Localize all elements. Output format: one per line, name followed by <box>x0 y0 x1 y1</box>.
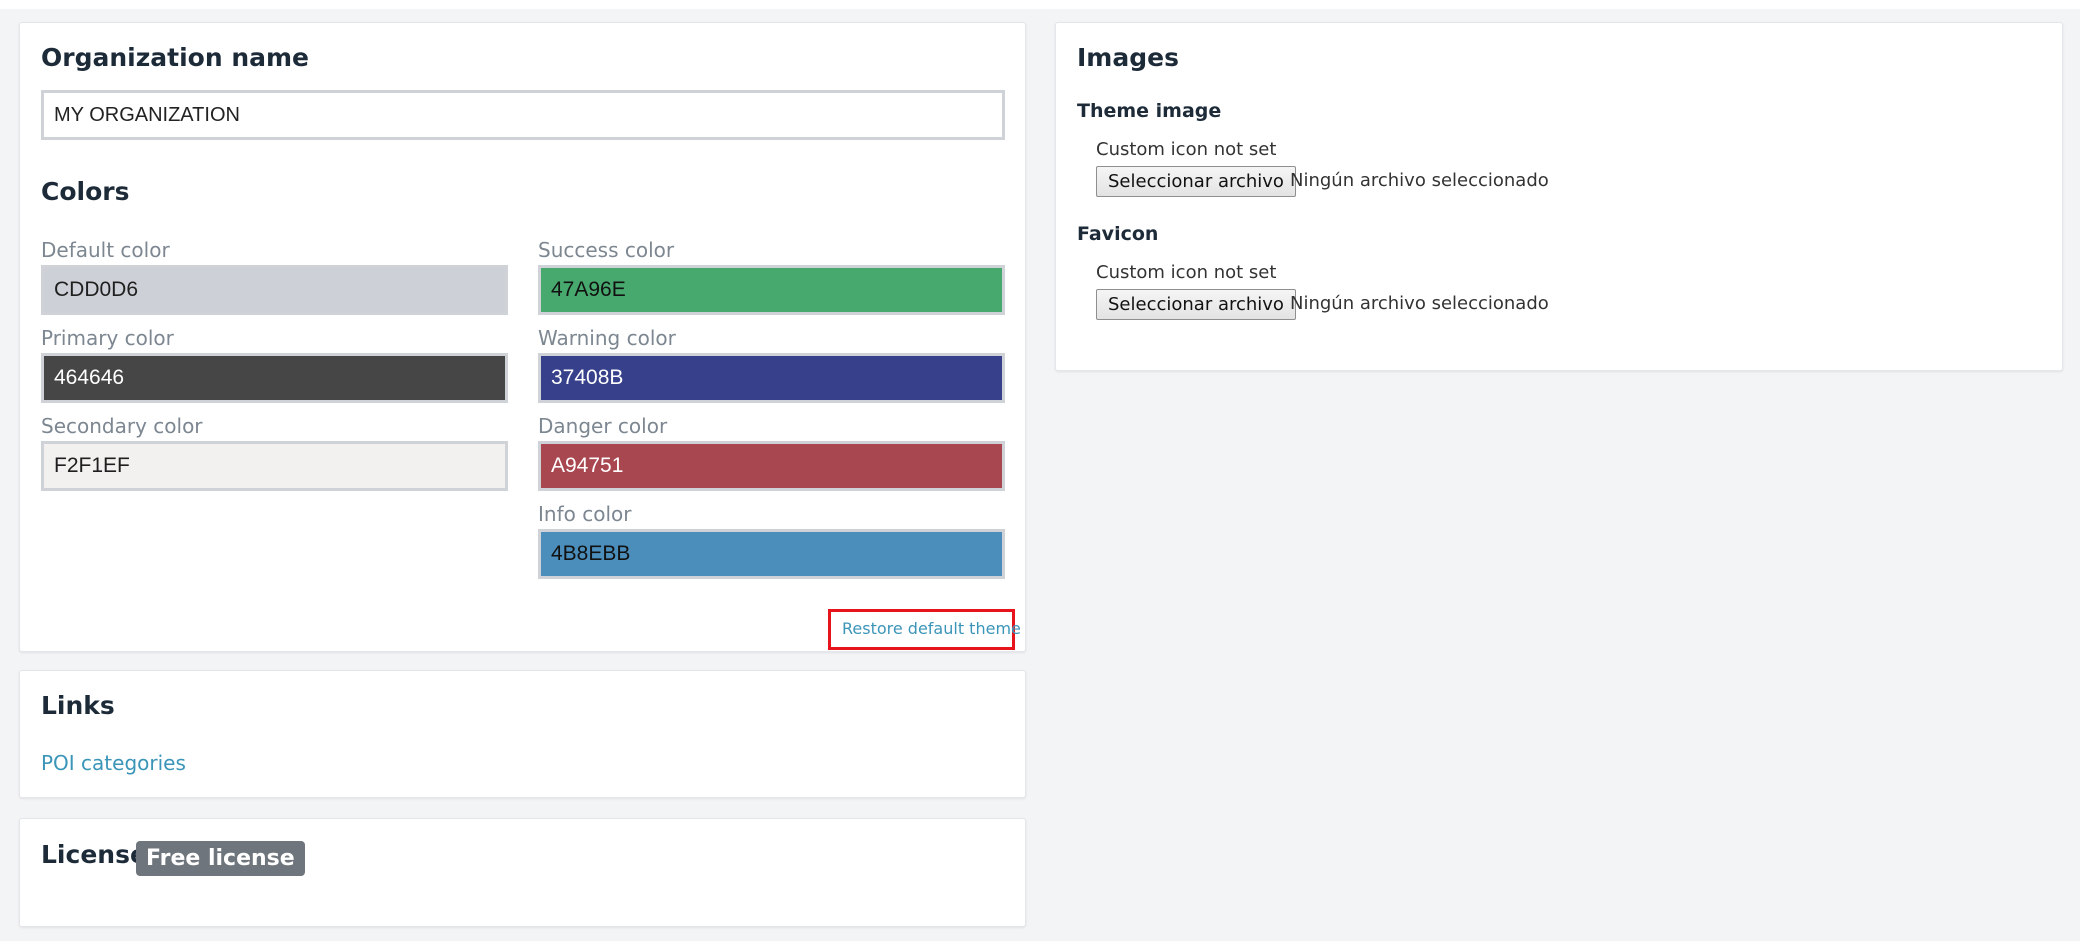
branding-card: Organization name Colors Default color P… <box>19 22 1026 652</box>
default-color-label: Default color <box>41 238 170 262</box>
default-color-input[interactable] <box>41 265 508 315</box>
favicon-title: Favicon <box>1077 223 1159 245</box>
info-color-label: Info color <box>538 502 632 526</box>
favicon-file-status: Ningún archivo seleccionado <box>1290 293 1549 314</box>
organization-name-input[interactable] <box>41 90 1005 140</box>
favicon-choose-file-button[interactable]: Seleccionar archivo <box>1096 289 1296 320</box>
theme-image-title: Theme image <box>1077 100 1222 122</box>
secondary-color-input[interactable] <box>41 441 508 491</box>
info-color-input[interactable] <box>538 529 1005 579</box>
images-title: Images <box>1077 43 1179 72</box>
license-title: License <box>41 840 147 869</box>
links-card: Links POI categories <box>19 670 1026 798</box>
success-color-label: Success color <box>538 238 675 262</box>
danger-color-input[interactable] <box>538 441 1005 491</box>
license-card: License Free license <box>19 818 1026 927</box>
settings-page: Organization name Colors Default color P… <box>0 9 2080 941</box>
organization-name-title: Organization name <box>41 43 310 72</box>
poi-categories-link[interactable]: POI categories <box>41 751 186 775</box>
license-status-badge: Free license <box>136 841 305 876</box>
warning-color-input[interactable] <box>538 353 1005 403</box>
theme-image-hint: Custom icon not set <box>1096 139 1277 160</box>
warning-color-label: Warning color <box>538 326 676 350</box>
secondary-color-label: Secondary color <box>41 414 203 438</box>
images-card: Images Theme image Custom icon not set S… <box>1055 22 2063 371</box>
primary-color-label: Primary color <box>41 326 174 350</box>
favicon-hint: Custom icon not set <box>1096 262 1277 283</box>
success-color-input[interactable] <box>538 265 1005 315</box>
primary-color-input[interactable] <box>41 353 508 403</box>
restore-default-theme-link[interactable]: Restore default theme <box>842 619 1021 638</box>
danger-color-label: Danger color <box>538 414 668 438</box>
colors-title: Colors <box>41 177 130 206</box>
theme-image-file-status: Ningún archivo seleccionado <box>1290 170 1549 191</box>
theme-image-choose-file-button[interactable]: Seleccionar archivo <box>1096 166 1296 197</box>
links-title: Links <box>41 691 115 720</box>
